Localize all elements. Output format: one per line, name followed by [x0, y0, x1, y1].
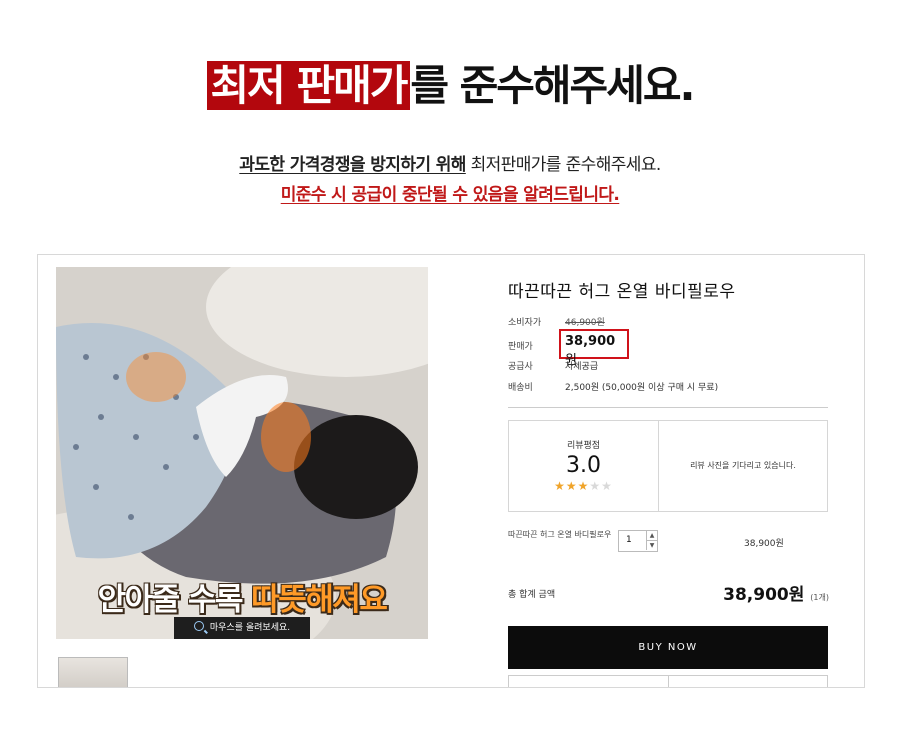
review-score: 3.0: [566, 453, 601, 478]
option-name: 따끈따끈 허그 온열 바디필로우: [508, 530, 612, 539]
headline-highlight: 최저 판매가: [206, 61, 411, 110]
buy-now-button[interactable]: BUY NOW: [508, 626, 828, 669]
zoom-hint: 마우스를 올려보세요.: [174, 617, 310, 639]
star-icon: ★: [565, 479, 578, 493]
divider: [508, 407, 828, 408]
notice-line: 과도한 가격경쟁을 방지하기 위해 최저판매가를 준수해주세요.: [0, 150, 900, 175]
caption-part2: 따뜻해져요: [251, 582, 388, 618]
sale-price-label: 판매가: [508, 342, 533, 352]
shipping-label: 배송비: [508, 383, 533, 393]
caption-part1: 안아줄 수록: [97, 582, 252, 618]
total-count: (1개): [810, 593, 829, 602]
quantity-value[interactable]: 1: [626, 535, 632, 545]
star-icon: ★: [589, 479, 602, 493]
headline-rest: 를 준수해주세요.: [410, 61, 695, 110]
supplier-label: 공급사: [508, 362, 533, 372]
product-title: 따끈따끈 허그 온열 바디필로우: [508, 282, 736, 302]
review-summary: 리뷰평점 3.0 ★★★★★ 리뷰 사진을 기다리고 있습니다.: [508, 420, 828, 512]
image-caption: 안아줄 수록 따뜻해져요: [56, 574, 428, 619]
notice-bold: 과도한 가격경쟁을 방지하기 위해: [239, 155, 466, 175]
consumer-price: 46,900원: [565, 318, 605, 328]
product-detail-frame: 안아줄 수록 따뜻해져요 마우스를 올려보세요. 따끈따끈 허그 온열 바디필로…: [37, 254, 865, 688]
star-icon: ★: [577, 479, 590, 493]
button-divider: [668, 676, 669, 687]
zoom-hint-text: 마우스를 올려보세요.: [209, 623, 291, 633]
warning-line: 미준수 시 공급이 중단될 수 있음을 알려드립니다.: [280, 185, 620, 205]
option-price: 38,900원: [744, 539, 784, 549]
review-rating-label: 리뷰평점: [566, 441, 601, 451]
total-amount: 38,900원 (1개): [723, 580, 829, 605]
magnifier-icon: [193, 621, 204, 631]
quantity-down-icon[interactable]: ▼: [646, 541, 657, 550]
total-price: 38,900원: [723, 585, 805, 605]
sale-price-number: 38,900: [565, 334, 616, 349]
star-icon: ★: [554, 479, 566, 493]
total-label: 총 합계 금액: [508, 590, 556, 600]
headline: 최저 판매가를 준수해주세요.: [0, 54, 900, 118]
shipping-fee: 2,500원 (50,000원 이상 구매 시 무료): [565, 383, 719, 393]
star-rating: ★★★★★: [509, 479, 658, 493]
quantity-up-icon[interactable]: ▲: [646, 531, 657, 541]
consumer-price-label: 소비자가: [508, 318, 542, 328]
product-image[interactable]: 안아줄 수록 따뜻해져요 마우스를 올려보세요.: [56, 267, 428, 639]
star-icon: ★: [601, 479, 613, 493]
product-thumbnail[interactable]: [58, 657, 128, 687]
secondary-buttons[interactable]: [508, 675, 828, 687]
supplier: 자체공급: [565, 362, 599, 372]
notice-rest: 최저판매가를 준수해주세요.: [465, 155, 662, 175]
quantity-stepper[interactable]: 1 ▲ ▼: [618, 530, 658, 552]
review-photo-note: 리뷰 사진을 기다리고 있습니다.: [690, 461, 796, 470]
